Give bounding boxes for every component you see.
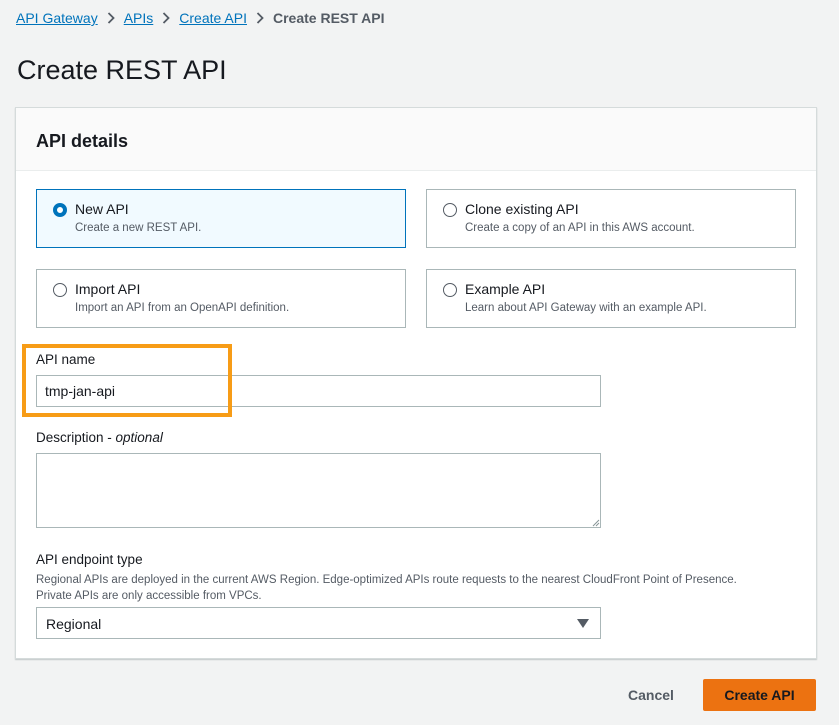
page-title: Create REST API	[17, 55, 227, 85]
endpoint-type-value: Regional	[46, 616, 102, 632]
radio-unselected-icon[interactable]	[443, 283, 457, 297]
api-name-label: API name	[36, 352, 96, 367]
optional-tag: optional	[115, 430, 163, 445]
breadcrumb-link-api-gateway[interactable]: API Gateway	[16, 9, 98, 27]
option-description: Learn about API Gateway with an example …	[465, 302, 707, 314]
chevron-right-icon	[153, 12, 179, 24]
endpoint-type-label: API endpoint type	[36, 552, 143, 567]
option-description: Create a new REST API.	[75, 222, 202, 234]
option-label: Clone existing API	[465, 201, 579, 217]
chevron-right-icon	[247, 12, 273, 24]
endpoint-type-select[interactable]: Regional	[36, 607, 601, 639]
breadcrumb: API Gateway APIs Create API Create REST …	[16, 9, 385, 27]
option-clone-existing-api[interactable]: Clone existing API Create a copy of an A…	[426, 189, 796, 248]
panel-title: API details	[36, 131, 129, 151]
option-import-api[interactable]: Import API Import an API from an OpenAPI…	[36, 269, 406, 328]
chevron-right-icon	[98, 12, 124, 24]
resize-grip-icon[interactable]	[592, 519, 600, 527]
description-textarea[interactable]	[36, 453, 601, 528]
cancel-button[interactable]: Cancel	[615, 679, 687, 711]
endpoint-help-line-1: Regional APIs are deployed in the curren…	[36, 574, 737, 586]
description-label: Description - optional	[36, 430, 163, 445]
panel-header: API details	[16, 108, 816, 171]
option-label: New API	[75, 201, 129, 217]
description-label-text: Description	[36, 430, 104, 445]
breadcrumb-current: Create REST API	[272, 10, 385, 26]
option-new-api[interactable]: New API Create a new REST API.	[36, 189, 406, 248]
option-description: Create a copy of an API in this AWS acco…	[465, 222, 695, 234]
breadcrumb-link-create-api[interactable]: Create API	[179, 9, 247, 27]
api-name-input[interactable]	[36, 375, 601, 407]
radio-unselected-icon[interactable]	[53, 283, 67, 297]
endpoint-help-line-2: Private APIs are only accessible from VP…	[36, 590, 262, 602]
create-api-button[interactable]: Create API	[703, 679, 816, 711]
option-label: Import API	[75, 281, 141, 297]
radio-selected-icon[interactable]	[53, 203, 67, 217]
option-example-api[interactable]: Example API Learn about API Gateway with…	[426, 269, 796, 328]
api-details-panel: API details New API Create a new REST AP…	[15, 107, 817, 659]
endpoint-type-help: Regional APIs are deployed in the curren…	[36, 572, 796, 604]
radio-unselected-icon[interactable]	[443, 203, 457, 217]
option-description: Import an API from an OpenAPI definition…	[75, 302, 290, 314]
caret-down-icon	[577, 619, 589, 628]
option-label: Example API	[465, 281, 546, 297]
breadcrumb-link-apis[interactable]: APIs	[124, 9, 154, 27]
